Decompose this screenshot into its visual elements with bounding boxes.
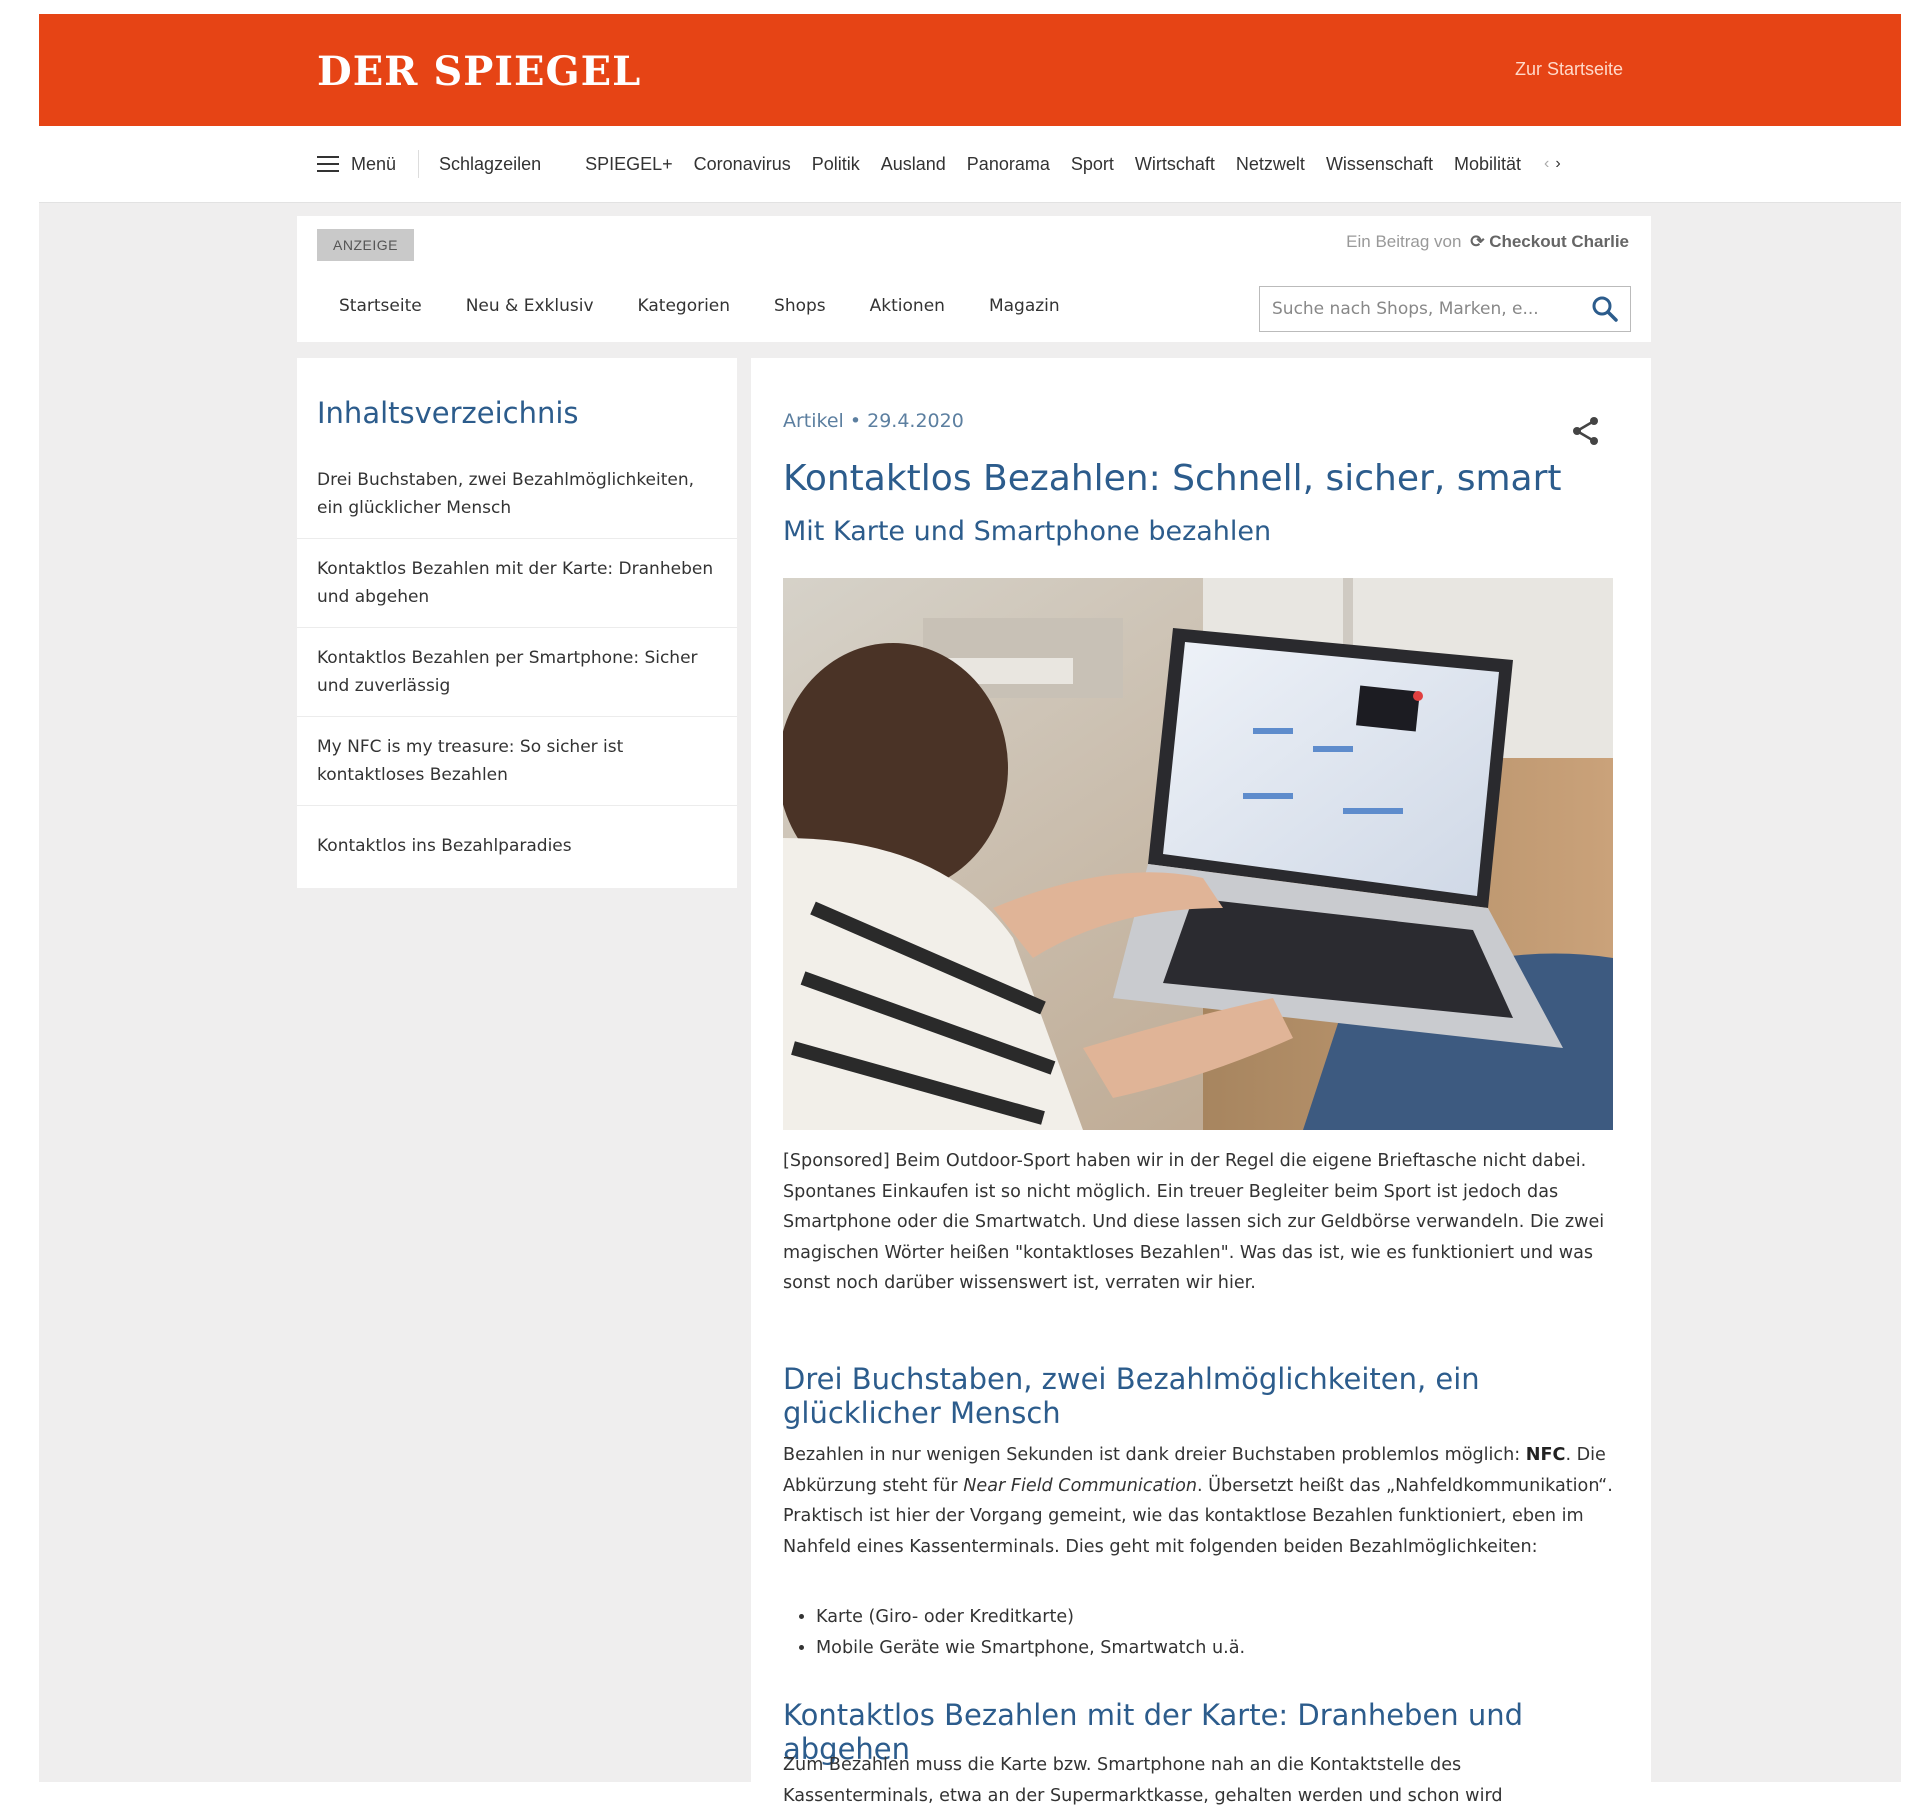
nav-item-panorama[interactable]: Panorama [967, 154, 1050, 175]
article-headline: Kontaktlos Bezahlen: Schnell, sicher, sm… [783, 458, 1562, 499]
nav-item-politik[interactable]: Politik [812, 154, 860, 175]
toc-item[interactable]: My NFC is my treasure: So sicher ist kon… [297, 717, 737, 806]
chevron-right-icon[interactable]: › [1555, 155, 1560, 172]
article-intro: [Sponsored] Beim Outdoor-Sport haben wir… [783, 1151, 1605, 1293]
advertorial-header: ANZEIGE Ein Beitrag von ⟳ Checkout Charl… [297, 216, 1651, 342]
bullet-list: Karte (Giro- oder Kreditkarte) Mobile Ge… [783, 1602, 1245, 1664]
nfc-term: NFC [1525, 1445, 1566, 1465]
paragraph-text: Bezahlen in nur wenigen Sekunden ist dan… [783, 1445, 1526, 1465]
article-subheadline: Mit Karte und Smartphone bezahlen [783, 516, 1272, 547]
home-link[interactable]: Zur Startseite [1515, 59, 1623, 80]
article: Artikel • 29.4.2020 Kontaktlos Bezahlen:… [751, 358, 1651, 1806]
table-of-contents: Inhaltsverzeichnis Drei Buchstaben, zwei… [297, 358, 737, 888]
search-icon[interactable] [1588, 292, 1622, 326]
main-nav: Menü Schlagzeilen SPIEGEL+ Coronavirus P… [39, 126, 1901, 203]
toc-title: Inhaltsverzeichnis [317, 396, 579, 430]
article-meta: Artikel • 29.4.2020 [783, 410, 964, 432]
sponsor-brand[interactable]: ⟳ Checkout Charlie [1470, 232, 1629, 251]
page: DER SPIEGEL Zur Startseite Menü Schlagze… [39, 14, 1901, 1806]
nav-item-sport[interactable]: Sport [1071, 154, 1114, 175]
nav-item-mobilitaet[interactable]: Mobilität [1454, 154, 1521, 175]
ad-nav-aktionen[interactable]: Aktionen [870, 296, 945, 316]
section-paragraph: Bezahlen in nur wenigen Sekunden ist dan… [783, 1440, 1613, 1562]
advertorial-nav: Startseite Neu & Exklusiv Kategorien Sho… [339, 296, 1104, 316]
ad-nav-magazin[interactable]: Magazin [989, 296, 1060, 316]
nav-item-spiegel-plus[interactable]: SPIEGEL+ [585, 154, 673, 175]
chevron-left-icon[interactable]: ‹ [1544, 155, 1549, 172]
toc-item[interactable]: Drei Buchstaben, zwei Bezahlmöglichkeite… [297, 450, 737, 539]
shop-search [1259, 286, 1631, 332]
site-logo[interactable]: DER SPIEGEL [317, 48, 641, 95]
toc-item[interactable]: Kontaktlos Bezahlen per Smartphone: Sich… [297, 628, 737, 717]
sponsor-name: Checkout Charlie [1489, 232, 1629, 251]
menu-button[interactable]: Menü [351, 154, 396, 175]
toc-list: Drei Buchstaben, zwei Bezahlmöglichkeite… [297, 450, 737, 876]
ad-nav-shops[interactable]: Shops [774, 296, 826, 316]
list-item: Mobile Geräte wie Smartphone, Smartwatch… [816, 1633, 1245, 1664]
nav-item-netzwelt[interactable]: Netzwelt [1236, 154, 1305, 175]
site-header: DER SPIEGEL Zur Startseite [39, 14, 1901, 126]
search-input[interactable] [1270, 298, 1588, 320]
ad-nav-neu-exklusiv[interactable]: Neu & Exklusiv [466, 296, 594, 316]
list-item: Karte (Giro- oder Kreditkarte) [816, 1602, 1245, 1633]
section-paragraph: Zum Bezahlen muss die Karte bzw. Smartph… [783, 1755, 1503, 1806]
nav-item-wirtschaft[interactable]: Wirtschaft [1135, 154, 1215, 175]
hamburger-menu-icon[interactable] [317, 156, 339, 172]
hero-image [783, 578, 1613, 1130]
ad-badge: ANZEIGE [317, 229, 414, 261]
nav-item-wissenschaft[interactable]: Wissenschaft [1326, 154, 1433, 175]
section-heading: Drei Buchstaben, zwei Bezahlmöglichkeite… [783, 1362, 1480, 1430]
sponsor-logo-icon: ⟳ [1470, 232, 1485, 251]
share-icon[interactable] [1569, 414, 1603, 448]
sponsor-line: Ein Beitrag von ⟳ Checkout Charlie [1346, 232, 1629, 252]
nav-item-coronavirus[interactable]: Coronavirus [694, 154, 791, 175]
ad-nav-startseite[interactable]: Startseite [339, 296, 422, 316]
toc-item[interactable]: Kontaktlos ins Bezahlparadies [297, 806, 737, 876]
nfc-expansion: Near Field Communication [963, 1475, 1197, 1496]
nav-divider [418, 150, 420, 178]
toc-item[interactable]: Kontaktlos Bezahlen mit der Karte: Dranh… [297, 539, 737, 628]
ad-nav-kategorien[interactable]: Kategorien [638, 296, 731, 316]
nav-item-schlagzeilen[interactable]: Schlagzeilen [439, 154, 541, 175]
nav-item-ausland[interactable]: Ausland [881, 154, 946, 175]
sponsor-prefix: Ein Beitrag von [1346, 232, 1462, 251]
